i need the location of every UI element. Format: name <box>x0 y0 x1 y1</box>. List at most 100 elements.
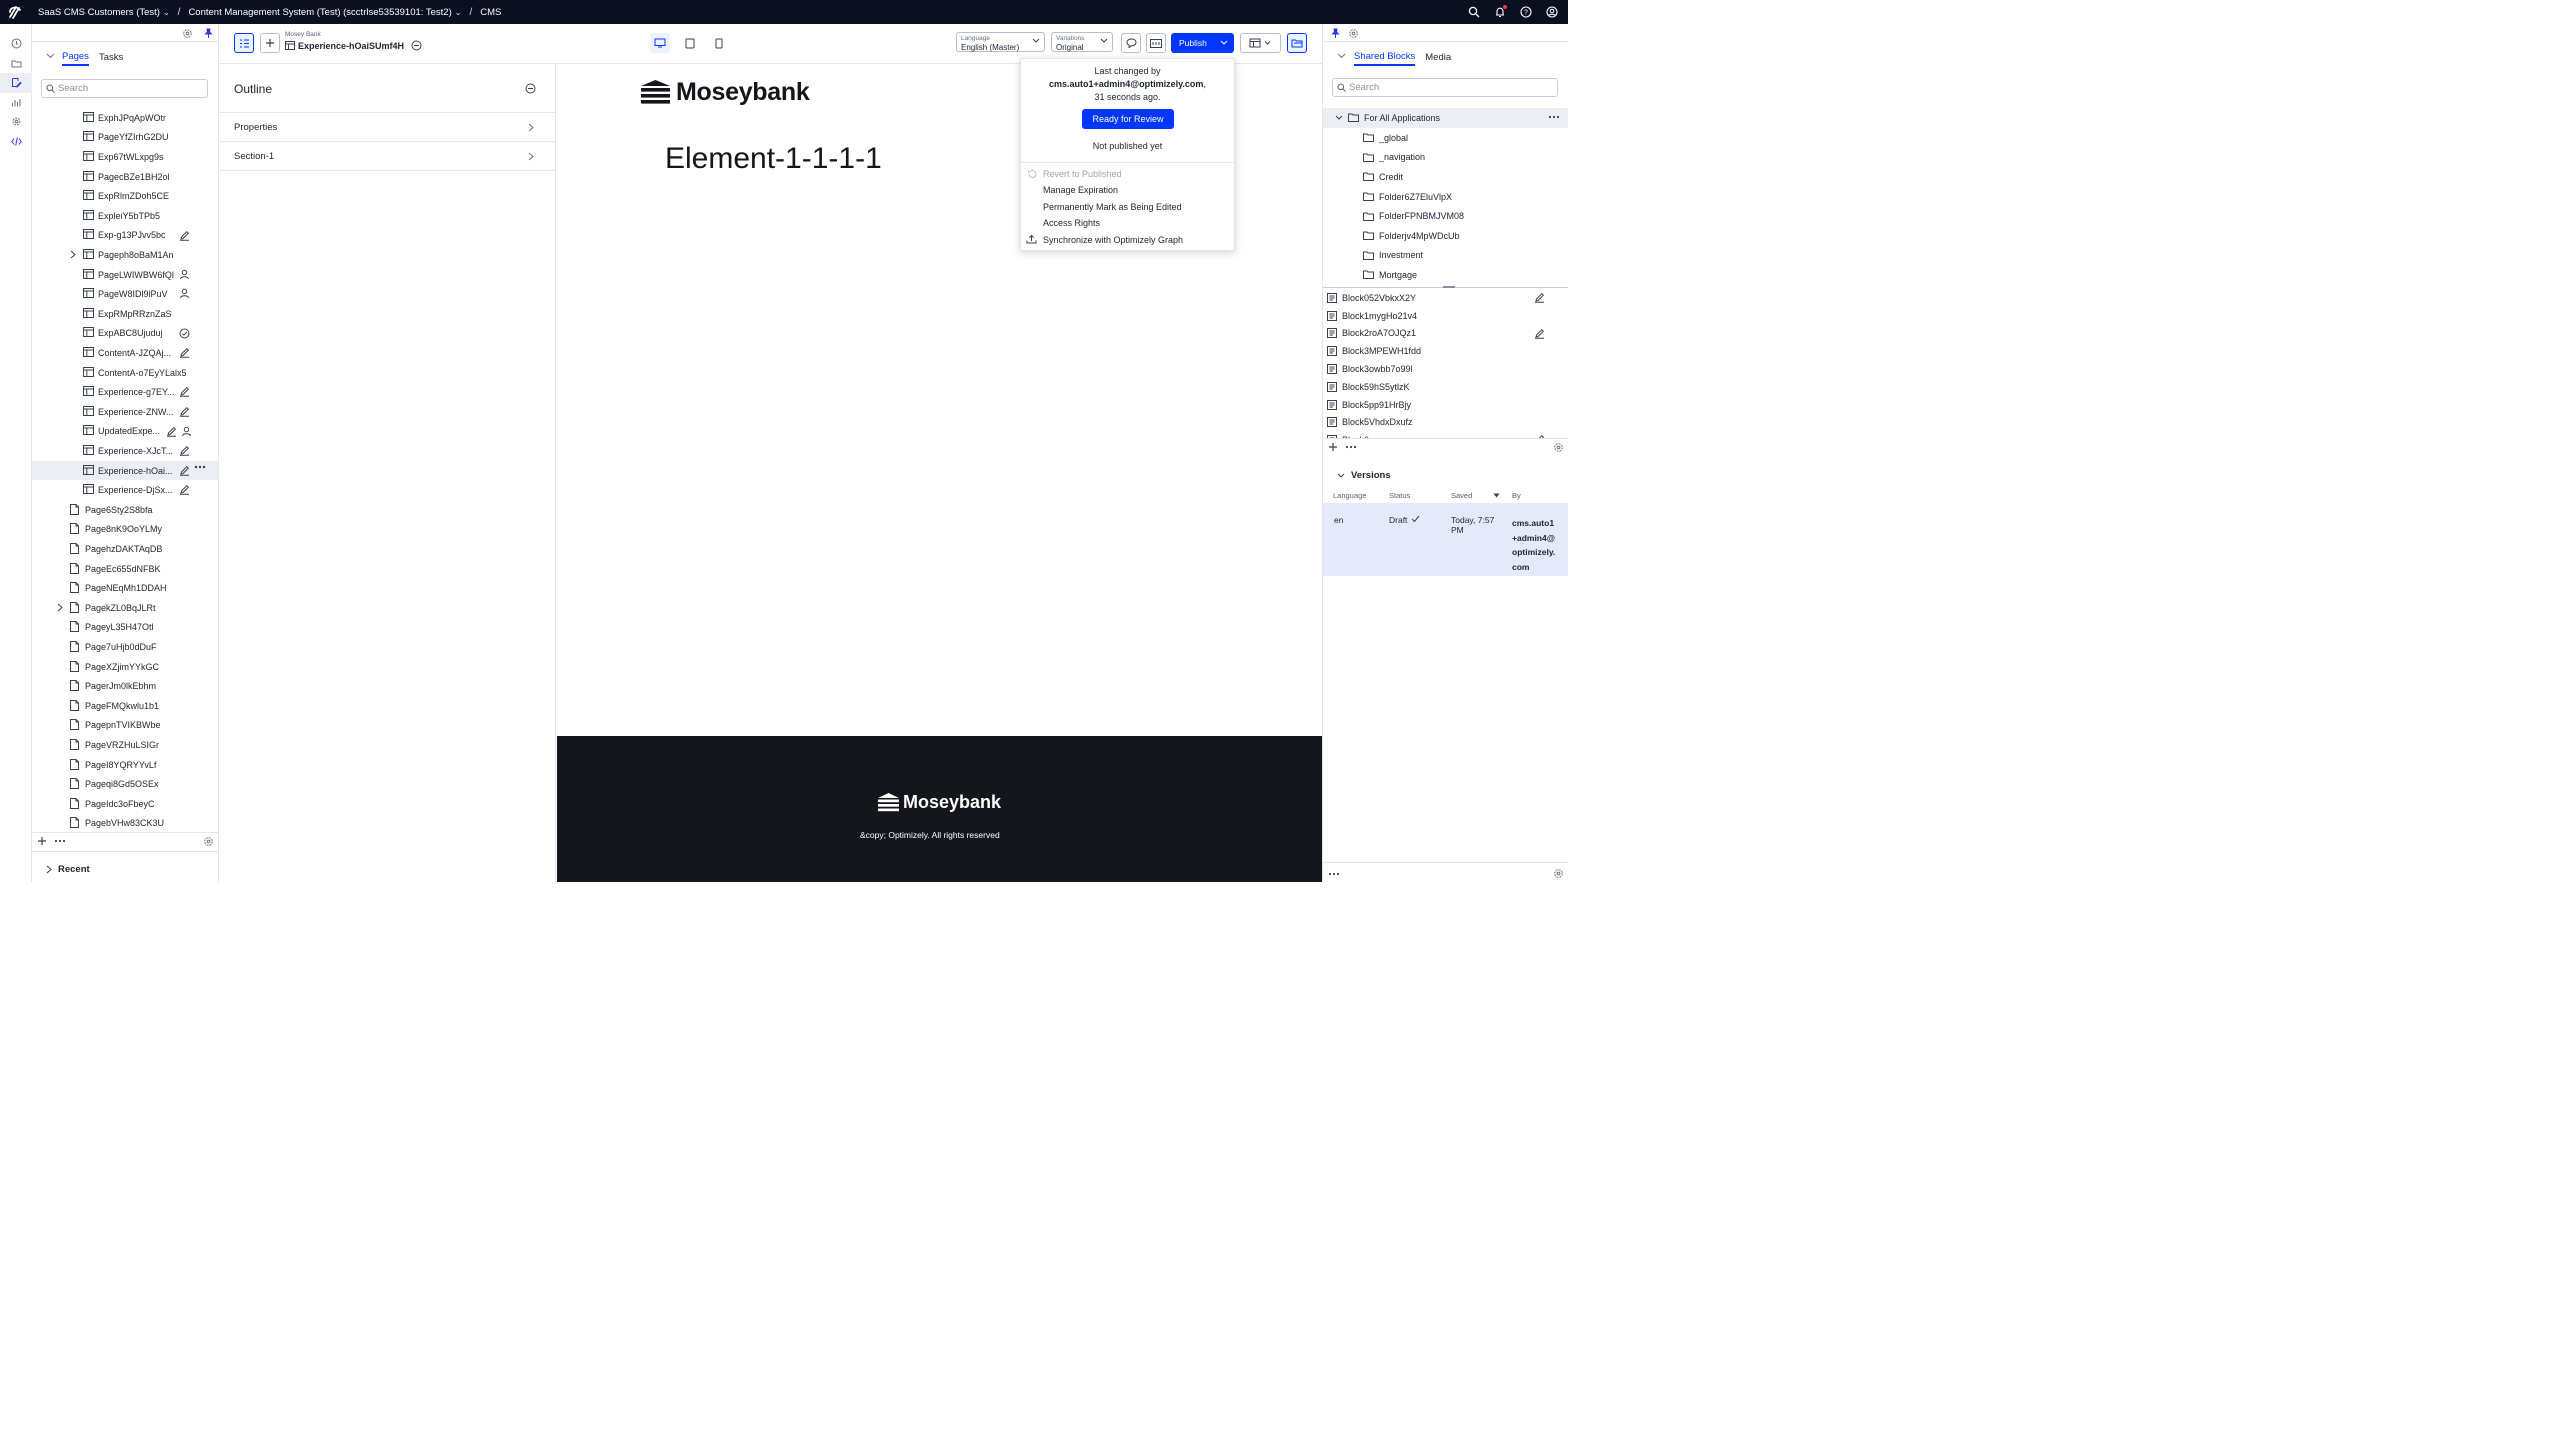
user-icon[interactable] <box>181 426 192 437</box>
more-options-icon[interactable] <box>194 465 206 476</box>
versions-footer-gear-icon[interactable] <box>1553 868 1564 879</box>
pencil-edit-icon[interactable] <box>179 445 190 456</box>
moseybank-logo[interactable]: Moseybank <box>640 78 810 107</box>
pencil-edit-icon[interactable] <box>179 230 190 241</box>
tree-item[interactable]: UpdatedExpe... <box>83 422 218 442</box>
tree-item[interactable]: Experience-ZNW... <box>83 402 218 422</box>
expand-chevron-icon[interactable] <box>57 603 63 612</box>
footer-logo[interactable]: Moseybank <box>877 792 1001 813</box>
tree-item[interactable]: Exp67tWLxpg9s <box>83 147 218 167</box>
tree-item[interactable]: ExpABC8Ujuduj <box>83 324 218 344</box>
pencil-edit-icon[interactable] <box>179 386 190 398</box>
menu-item-access-rights[interactable]: Access Rights <box>1043 218 1100 228</box>
folder-icon[interactable] <box>0 54 32 74</box>
tree-item[interactable]: PagerJm0lkEbhm <box>70 676 218 696</box>
folder-item[interactable]: Folder6Z7EluVlpX <box>1363 187 1452 207</box>
tree-item[interactable]: PageyL35H47Otl <box>70 618 218 638</box>
tree-item[interactable]: ExpleiY5bTPb5 <box>83 206 218 226</box>
folder-item[interactable]: _navigation <box>1363 148 1425 168</box>
sort-desc-icon[interactable] <box>1493 493 1500 498</box>
recent-section-toggle[interactable]: Recent <box>46 864 90 875</box>
tree-item[interactable]: PageIdc3oFbeyC <box>70 794 218 814</box>
check-circle-icon[interactable] <box>179 328 190 339</box>
home-icon[interactable] <box>0 34 32 54</box>
tree-item[interactable]: PagekZL0BqJLRt <box>57 598 218 618</box>
assets-settings-gear-icon[interactable] <box>1348 28 1359 39</box>
tree-item[interactable]: Page8nK9OoYLMy <box>70 520 218 540</box>
tree-item[interactable]: Exp-g13PJvv5bc <box>83 226 218 246</box>
collapse-chevron-icon[interactable] <box>46 53 55 59</box>
folder-item[interactable]: FolderFPNBMJVM08 <box>1363 206 1464 226</box>
versions-header-by[interactable]: By <box>1512 491 1521 500</box>
edit-content-icon[interactable] <box>0 73 32 93</box>
tree-item[interactable]: Pageph8oBaM1An <box>70 245 218 265</box>
tree-item[interactable]: PageVRZHuLSIGr <box>70 735 218 755</box>
pencil-edit-icon[interactable] <box>1534 292 1545 303</box>
user-avatar-icon[interactable] <box>1544 4 1560 20</box>
pencil-edit-icon[interactable] <box>179 484 190 496</box>
breadcrumb-organization[interactable]: SaaS CMS Customers (Test) ⌄ <box>38 7 170 18</box>
tree-item[interactable]: PageYfZIrhG2DU <box>83 128 218 148</box>
collapse-chevron-icon[interactable] <box>1337 53 1346 59</box>
add-content-button[interactable] <box>260 33 280 53</box>
more-options-icon[interactable] <box>1345 442 1357 452</box>
versions-toggle[interactable]: Versions <box>1337 470 1391 481</box>
optimizely-logo-icon[interactable] <box>0 0 30 24</box>
view-mode-select[interactable] <box>1240 33 1281 53</box>
tree-item[interactable]: Experience-hOai... <box>32 460 218 481</box>
comments-button[interactable] <box>1121 33 1141 53</box>
tree-item[interactable]: PageFMQkwlu1b1 <box>70 696 218 716</box>
ready-for-review-button[interactable]: Ready for Review <box>1082 109 1174 129</box>
settings-gear-icon[interactable] <box>0 112 32 132</box>
more-options-icon[interactable] <box>1328 869 1340 879</box>
more-options-icon[interactable] <box>1548 115 1560 119</box>
tree-item[interactable]: Experience-DjSx... <box>83 480 218 500</box>
menu-item-sync-graph[interactable]: Synchronize with Optimizely Graph <box>1043 235 1183 245</box>
developer-code-icon[interactable] <box>0 132 32 152</box>
notifications-bell-icon[interactable] <box>1492 4 1508 20</box>
version-row[interactable]: en Draft Today, 7:57 PM cms.auto1 +admin… <box>1323 503 1568 576</box>
blocks-search-input[interactable]: Search <box>1332 78 1558 97</box>
tree-item[interactable]: PagebVHw83CK3U <box>70 814 218 834</box>
block-item[interactable]: Block59hS5ytlzK <box>1327 378 1565 396</box>
block-item[interactable]: Block5VhdxDxufz <box>1327 414 1565 432</box>
tree-item[interactable]: ContentA-o7EyYLalx5 <box>83 363 218 383</box>
tree-item[interactable]: PageLWIWBW6fQl <box>83 265 218 285</box>
folder-item[interactable]: Credit <box>1363 167 1403 187</box>
tree-item[interactable]: PagehzDAKTAqDB <box>70 539 218 559</box>
mobile-view-button[interactable] <box>709 33 729 53</box>
pencil-edit-icon[interactable] <box>179 347 190 358</box>
toggle-navigation-pane-button[interactable] <box>234 33 254 53</box>
expand-chevron-icon[interactable] <box>70 250 76 259</box>
folder-item[interactable]: Investment <box>1363 246 1423 266</box>
tree-settings-gear-icon[interactable] <box>182 28 193 39</box>
tree-item[interactable]: Page6Sty2S8bfa <box>70 500 218 520</box>
block-item[interactable]: Block5pp91HrBjy <box>1327 396 1565 414</box>
tree-item[interactable]: PageEc655dNFBK <box>70 559 218 579</box>
pencil-edit-icon[interactable] <box>179 465 190 476</box>
block-item[interactable]: Block052VbkxX2Y <box>1327 289 1565 307</box>
compare-button[interactable] <box>1146 33 1166 53</box>
tab-pages[interactable]: Pages <box>62 49 89 66</box>
element-heading[interactable]: Element-1-1-1-1 <box>665 142 882 176</box>
tree-item[interactable]: PageNEqMh1DDAH <box>70 578 218 598</box>
tree-item[interactable]: PageW8IDl9lPuV <box>83 284 218 304</box>
versions-header-saved[interactable]: Saved <box>1451 491 1472 500</box>
pin-icon[interactable] <box>1330 28 1341 39</box>
search-icon[interactable] <box>1466 4 1482 20</box>
tab-media[interactable]: Media <box>1425 50 1451 65</box>
tree-item[interactable]: ExphJPqApWOtr <box>83 108 218 128</box>
folder-item[interactable]: Folderjv4MpWDcUb <box>1363 226 1460 246</box>
menu-item-mark-being-edited[interactable]: Permanently Mark as Being Edited <box>1043 202 1182 212</box>
add-icon[interactable] <box>1328 442 1338 452</box>
help-icon[interactable]: ? <box>1518 4 1534 20</box>
blocks-footer-gear-icon[interactable] <box>1553 442 1564 453</box>
toggle-assets-pane-button[interactable] <box>1287 33 1307 53</box>
analytics-icon[interactable] <box>0 93 32 113</box>
pencil-edit-icon[interactable] <box>166 426 177 437</box>
tree-item[interactable]: PageI8YQRYYvLf <box>70 755 218 775</box>
tree-item[interactable]: ExpRlmZDoh5CE <box>83 186 218 206</box>
tree-item[interactable]: Pageqi8Gd5OSEx <box>70 774 218 794</box>
tree-item[interactable]: ContentA-JZQAj... <box>83 343 218 363</box>
tree-item[interactable]: PagecBZe1BH2ol <box>83 167 218 187</box>
